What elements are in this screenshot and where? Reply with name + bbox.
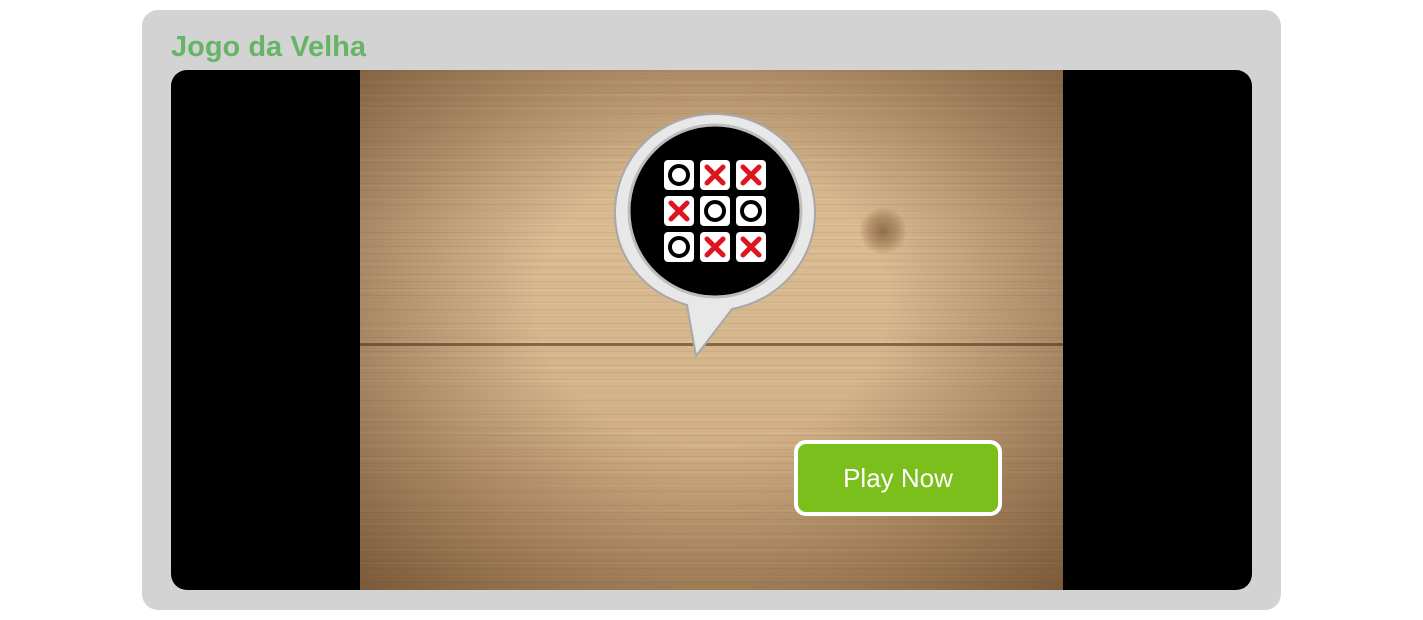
wood-knot: [860, 208, 906, 254]
tic-tac-toe-speech-bubble-icon: [613, 112, 817, 359]
game-stage: Play Now: [171, 70, 1252, 590]
skill-title: Jogo da Velha: [171, 31, 366, 63]
wooden-board-background: Play Now: [360, 70, 1063, 590]
tic-tac-toe-grid: [664, 160, 766, 262]
skill-card: Jogo da Velha Play Now: [142, 10, 1281, 610]
play-now-button[interactable]: Play Now: [794, 440, 1002, 516]
